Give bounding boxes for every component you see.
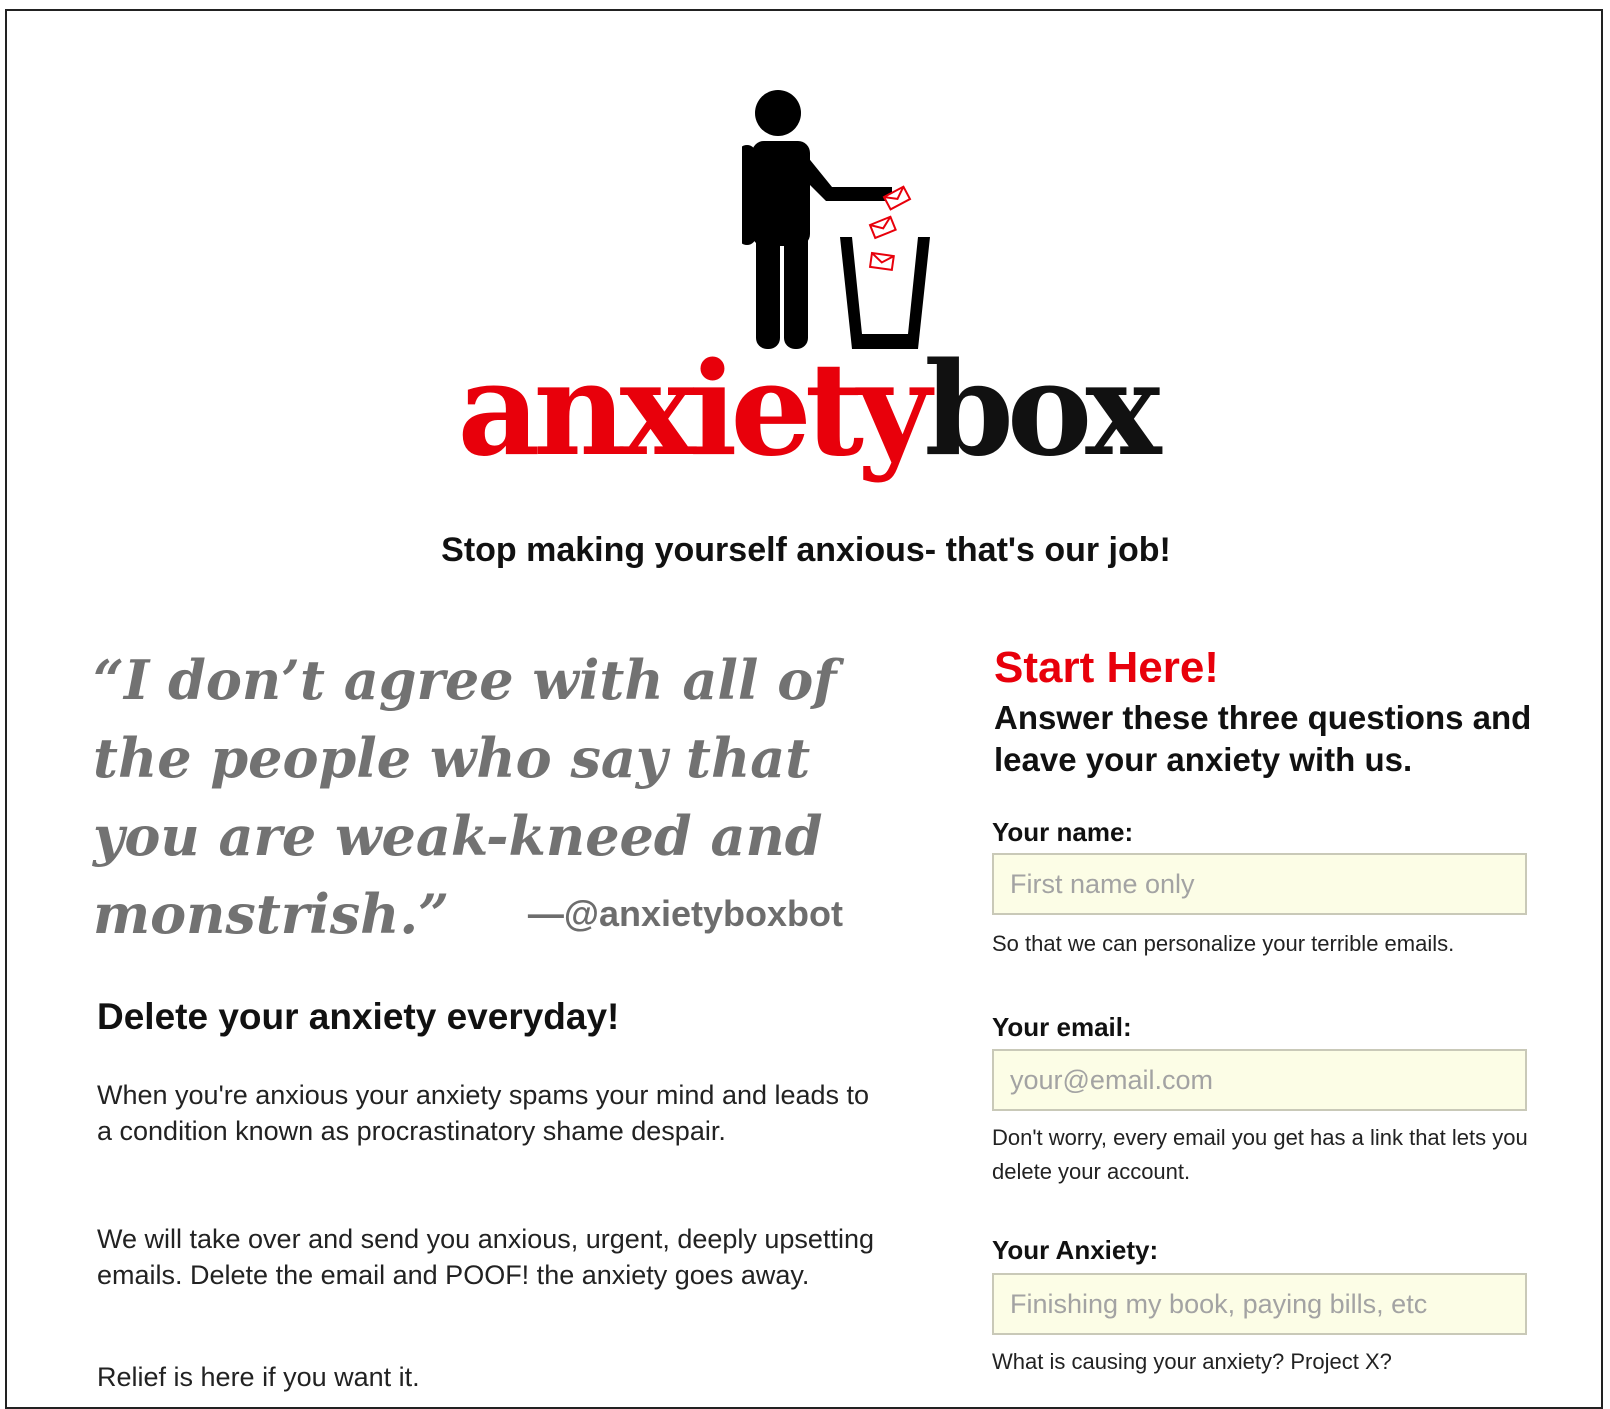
envelope-icon (868, 215, 897, 240)
person-trash-can-icon (742, 90, 930, 349)
email-help-text: Don't worry, every email you get has a l… (992, 1125, 1528, 1184)
intro-paragraph: We will take over and send you anxious, … (97, 1224, 874, 1290)
person-arm-right-shape (796, 145, 892, 201)
envelope-icon (868, 251, 895, 272)
person-leg-left-shape (756, 229, 780, 349)
name-help-text: So that we can personalize your terrible… (992, 931, 1455, 956)
site-logo[interactable]: anxietybox (7, 346, 1605, 474)
tagline: Stop making yourself anxious- that's our… (441, 531, 1171, 569)
signup-subheading: Answer these three questions and leave y… (994, 699, 1532, 778)
anxiety-label: Your Anxiety: (992, 1235, 1159, 1265)
quote-attribution: —@anxietyboxbot (527, 893, 843, 934)
anxiety-help-text: What is causing your anxiety? Project X? (992, 1349, 1392, 1374)
anxiety-input[interactable] (992, 1273, 1527, 1335)
signup-heading: Start Here! (994, 643, 1219, 692)
intro-heading: Delete your anxiety everyday! (97, 996, 620, 1037)
name-input[interactable] (992, 853, 1527, 915)
intro-paragraph: Relief is here if you want it. (97, 1362, 420, 1392)
logo-word-anxiety: anxiety (457, 335, 931, 485)
page-frame: anxietybox Stop making yourself anxious-… (5, 9, 1603, 1409)
person-head-shape (755, 90, 801, 136)
name-label: Your name: (992, 817, 1134, 847)
email-label: Your email: (992, 1012, 1132, 1042)
trash-can-shape (840, 237, 930, 349)
logo-word-box: box (924, 335, 1161, 485)
email-input[interactable] (992, 1049, 1527, 1111)
person-arm-left-shape (742, 145, 756, 245)
person-leg-right-shape (784, 229, 808, 349)
intro-paragraph: When you're anxious your anxiety spams y… (97, 1080, 870, 1146)
